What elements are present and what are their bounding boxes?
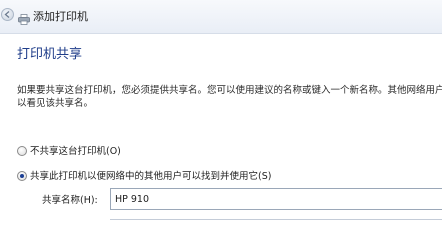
share-name-input[interactable] xyxy=(110,188,442,210)
no-share-option[interactable]: 不共享这台打印机(O) xyxy=(17,145,217,158)
window-title: 添加打印机 xyxy=(33,10,88,23)
no-share-label[interactable]: 不共享这台打印机(O) xyxy=(30,145,121,158)
next-field-edge xyxy=(110,219,442,224)
description-line-2: 以看见该共享名。 xyxy=(17,98,94,109)
back-arrow-icon[interactable] xyxy=(1,8,14,21)
description-text: 如果要共享这台打印机，您必须提供共享名。您可以使用建议的名称或键入一个新名称。其… xyxy=(17,84,442,110)
title-bar: 添加打印机 xyxy=(0,0,442,34)
share-option[interactable]: 共享此打印机以便网络中的其他用户可以找到并使用它(S) xyxy=(17,170,317,183)
printer-icon xyxy=(18,10,30,29)
description-line-1: 如果要共享这台打印机，您必须提供共享名。您可以使用建议的名称或键入一个新名称。其… xyxy=(17,85,442,96)
share-label[interactable]: 共享此打印机以便网络中的其他用户可以找到并使用它(S) xyxy=(30,170,271,183)
share-radio[interactable] xyxy=(17,171,27,181)
share-name-label: 共享名称(H): xyxy=(42,195,98,206)
no-share-radio[interactable] xyxy=(17,146,27,156)
page-heading: 打印机共享 xyxy=(17,47,83,62)
